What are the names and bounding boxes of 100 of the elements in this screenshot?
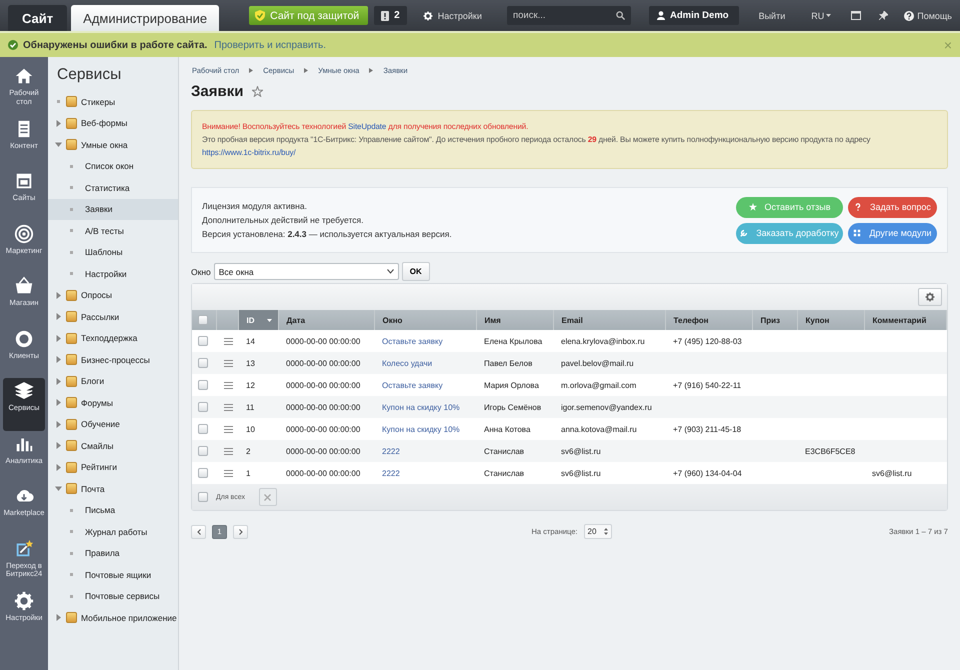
- column-header[interactable]: Купон: [797, 310, 864, 330]
- previous-page-button[interactable]: [191, 524, 206, 538]
- pin-icon[interactable]: [879, 11, 888, 20]
- user-button[interactable]: Admin Demo: [648, 6, 739, 25]
- collapsed-arrow-icon[interactable]: [55, 120, 62, 127]
- star-icon[interactable]: [252, 86, 264, 96]
- sidebar-item[interactable]: Настройки: [48, 263, 178, 284]
- tab[interactable]: Сайт: [8, 5, 68, 31]
- menu-icon[interactable]: [224, 382, 233, 389]
- collapsed-arrow-icon[interactable]: [55, 399, 62, 406]
- language-menu[interactable]: RU: [811, 10, 832, 20]
- window-link[interactable]: 2222: [382, 446, 400, 456]
- notifications-button[interactable]: 2: [374, 6, 407, 25]
- collapsed-arrow-icon[interactable]: [55, 292, 62, 299]
- sidebar-item[interactable]: Журнал работы: [48, 521, 178, 542]
- sidebar-item[interactable]: Рассылки: [48, 306, 178, 328]
- collapsed-arrow-icon[interactable]: [55, 356, 62, 364]
- module-icon: [66, 462, 77, 473]
- column-header[interactable]: Имя: [476, 310, 553, 330]
- checkbox[interactable]: [198, 446, 208, 456]
- expanded-arrow-icon[interactable]: [55, 485, 62, 492]
- window-select[interactable]: Все окна: [214, 263, 399, 280]
- sidebar-item[interactable]: Почта: [48, 478, 178, 500]
- window-link[interactable]: 2222: [382, 468, 400, 478]
- table-cell: 2: [246, 446, 250, 456]
- window-icon[interactable]: [851, 11, 862, 20]
- sidebar-item[interactable]: Рейтинги: [48, 456, 178, 478]
- next-page-button[interactable]: [233, 524, 248, 538]
- checkbox[interactable]: [198, 492, 208, 502]
- column-header[interactable]: Окно: [374, 310, 476, 330]
- column-header[interactable]: Дата: [278, 310, 374, 330]
- sidebar-item[interactable]: Стикеры: [48, 91, 178, 112]
- sidebar-item[interactable]: A/B тесты: [48, 220, 178, 242]
- logout-link[interactable]: Выйти: [758, 10, 786, 20]
- table-cell: sv6@list.ru: [561, 446, 601, 456]
- column-header[interactable]: Email: [553, 310, 665, 330]
- sidebar-item[interactable]: Письма: [48, 500, 178, 521]
- checkbox[interactable]: [198, 315, 208, 325]
- expanded-arrow-icon[interactable]: [55, 141, 62, 148]
- column-header[interactable]: Телефон: [665, 310, 752, 330]
- column-header[interactable]: ID: [238, 310, 278, 330]
- fix-link[interactable]: Проверить и исправить.: [214, 40, 326, 50]
- collapsed-arrow-icon[interactable]: [55, 334, 62, 342]
- collapsed-arrow-icon[interactable]: [55, 614, 62, 622]
- menu-icon[interactable]: [224, 404, 233, 411]
- per-page-select[interactable]: 20: [584, 524, 612, 539]
- collapsed-arrow-icon[interactable]: [55, 313, 62, 320]
- menu-icon[interactable]: [224, 426, 233, 433]
- settings-button[interactable]: [918, 288, 942, 306]
- menu-icon[interactable]: [224, 448, 233, 455]
- menu-icon[interactable]: [224, 470, 233, 477]
- action-button[interactable]: Задать вопрос: [848, 196, 937, 218]
- sidebar-item[interactable]: Шаблоны: [48, 242, 178, 263]
- column-header[interactable]: Приз: [752, 310, 797, 330]
- checkbox[interactable]: [198, 468, 208, 478]
- sidebar-item[interactable]: Почтовые ящики: [48, 564, 178, 586]
- sidebar-item[interactable]: Заявки: [48, 198, 178, 220]
- table-cell: sv6@list.ru: [872, 468, 912, 478]
- sidebar-item[interactable]: Форумы: [48, 392, 178, 414]
- sidebar-item[interactable]: Список окон: [48, 156, 178, 177]
- collapsed-arrow-icon[interactable]: [55, 420, 62, 428]
- search-field[interactable]: поиск...: [506, 6, 631, 25]
- bullet-icon: [70, 530, 73, 534]
- sidebar-item[interactable]: Смайлы: [48, 435, 178, 456]
- delete-button[interactable]: [258, 488, 277, 506]
- checkbox[interactable]: [198, 380, 208, 390]
- separator-icon: [249, 68, 254, 72]
- collapsed-arrow-icon[interactable]: [55, 442, 62, 450]
- notice-text: Обнаружены ошибки в работе сайта.: [23, 40, 208, 50]
- checkbox[interactable]: [198, 402, 208, 412]
- menu-icon[interactable]: [224, 360, 233, 367]
- sidebar-item[interactable]: Мобильное приложение: [48, 607, 178, 628]
- bullet-icon: [70, 272, 73, 276]
- module-icon: [66, 96, 77, 108]
- column-header[interactable]: Комментарий: [864, 310, 946, 330]
- sidebar-item[interactable]: Статистика: [48, 177, 178, 198]
- checkbox[interactable]: [198, 358, 208, 368]
- tab[interactable]: Администрирование: [71, 5, 220, 31]
- sidebar-item[interactable]: Техподдержка: [48, 328, 178, 349]
- table-cell: 0000-00-00 00:00:00: [286, 424, 360, 434]
- help-link[interactable]: Помощь: [904, 10, 952, 20]
- checkbox[interactable]: [198, 336, 208, 346]
- collapsed-arrow-icon[interactable]: [55, 464, 62, 471]
- menu-icon[interactable]: [224, 338, 233, 345]
- table-cell: +7 (916) 540-22-11: [673, 380, 742, 390]
- ok-button[interactable]: OK: [402, 262, 430, 281]
- sidebar-item[interactable]: Бизнес-процессы: [48, 349, 178, 370]
- window-link[interactable]: Купон на скидку 10%: [382, 402, 460, 412]
- settings-link[interactable]: Настройки: [422, 10, 482, 20]
- sidebar-item[interactable]: Веб-формы: [48, 112, 178, 134]
- checkbox[interactable]: [198, 424, 208, 434]
- sidebar-item[interactable]: Правила: [48, 542, 178, 564]
- table-cell: 10: [246, 424, 255, 434]
- window-link[interactable]: Колесо удачи: [382, 358, 432, 368]
- sidebar-item[interactable]: Умные окна: [48, 134, 178, 156]
- sidebar-item[interactable]: Почтовые сервисы: [48, 586, 178, 607]
- collapsed-arrow-icon[interactable]: [55, 378, 62, 385]
- sidebar-item[interactable]: Блоги: [48, 370, 178, 392]
- sidebar-item[interactable]: Опросы: [48, 284, 178, 306]
- sidebar-item[interactable]: Обучение: [48, 414, 178, 435]
